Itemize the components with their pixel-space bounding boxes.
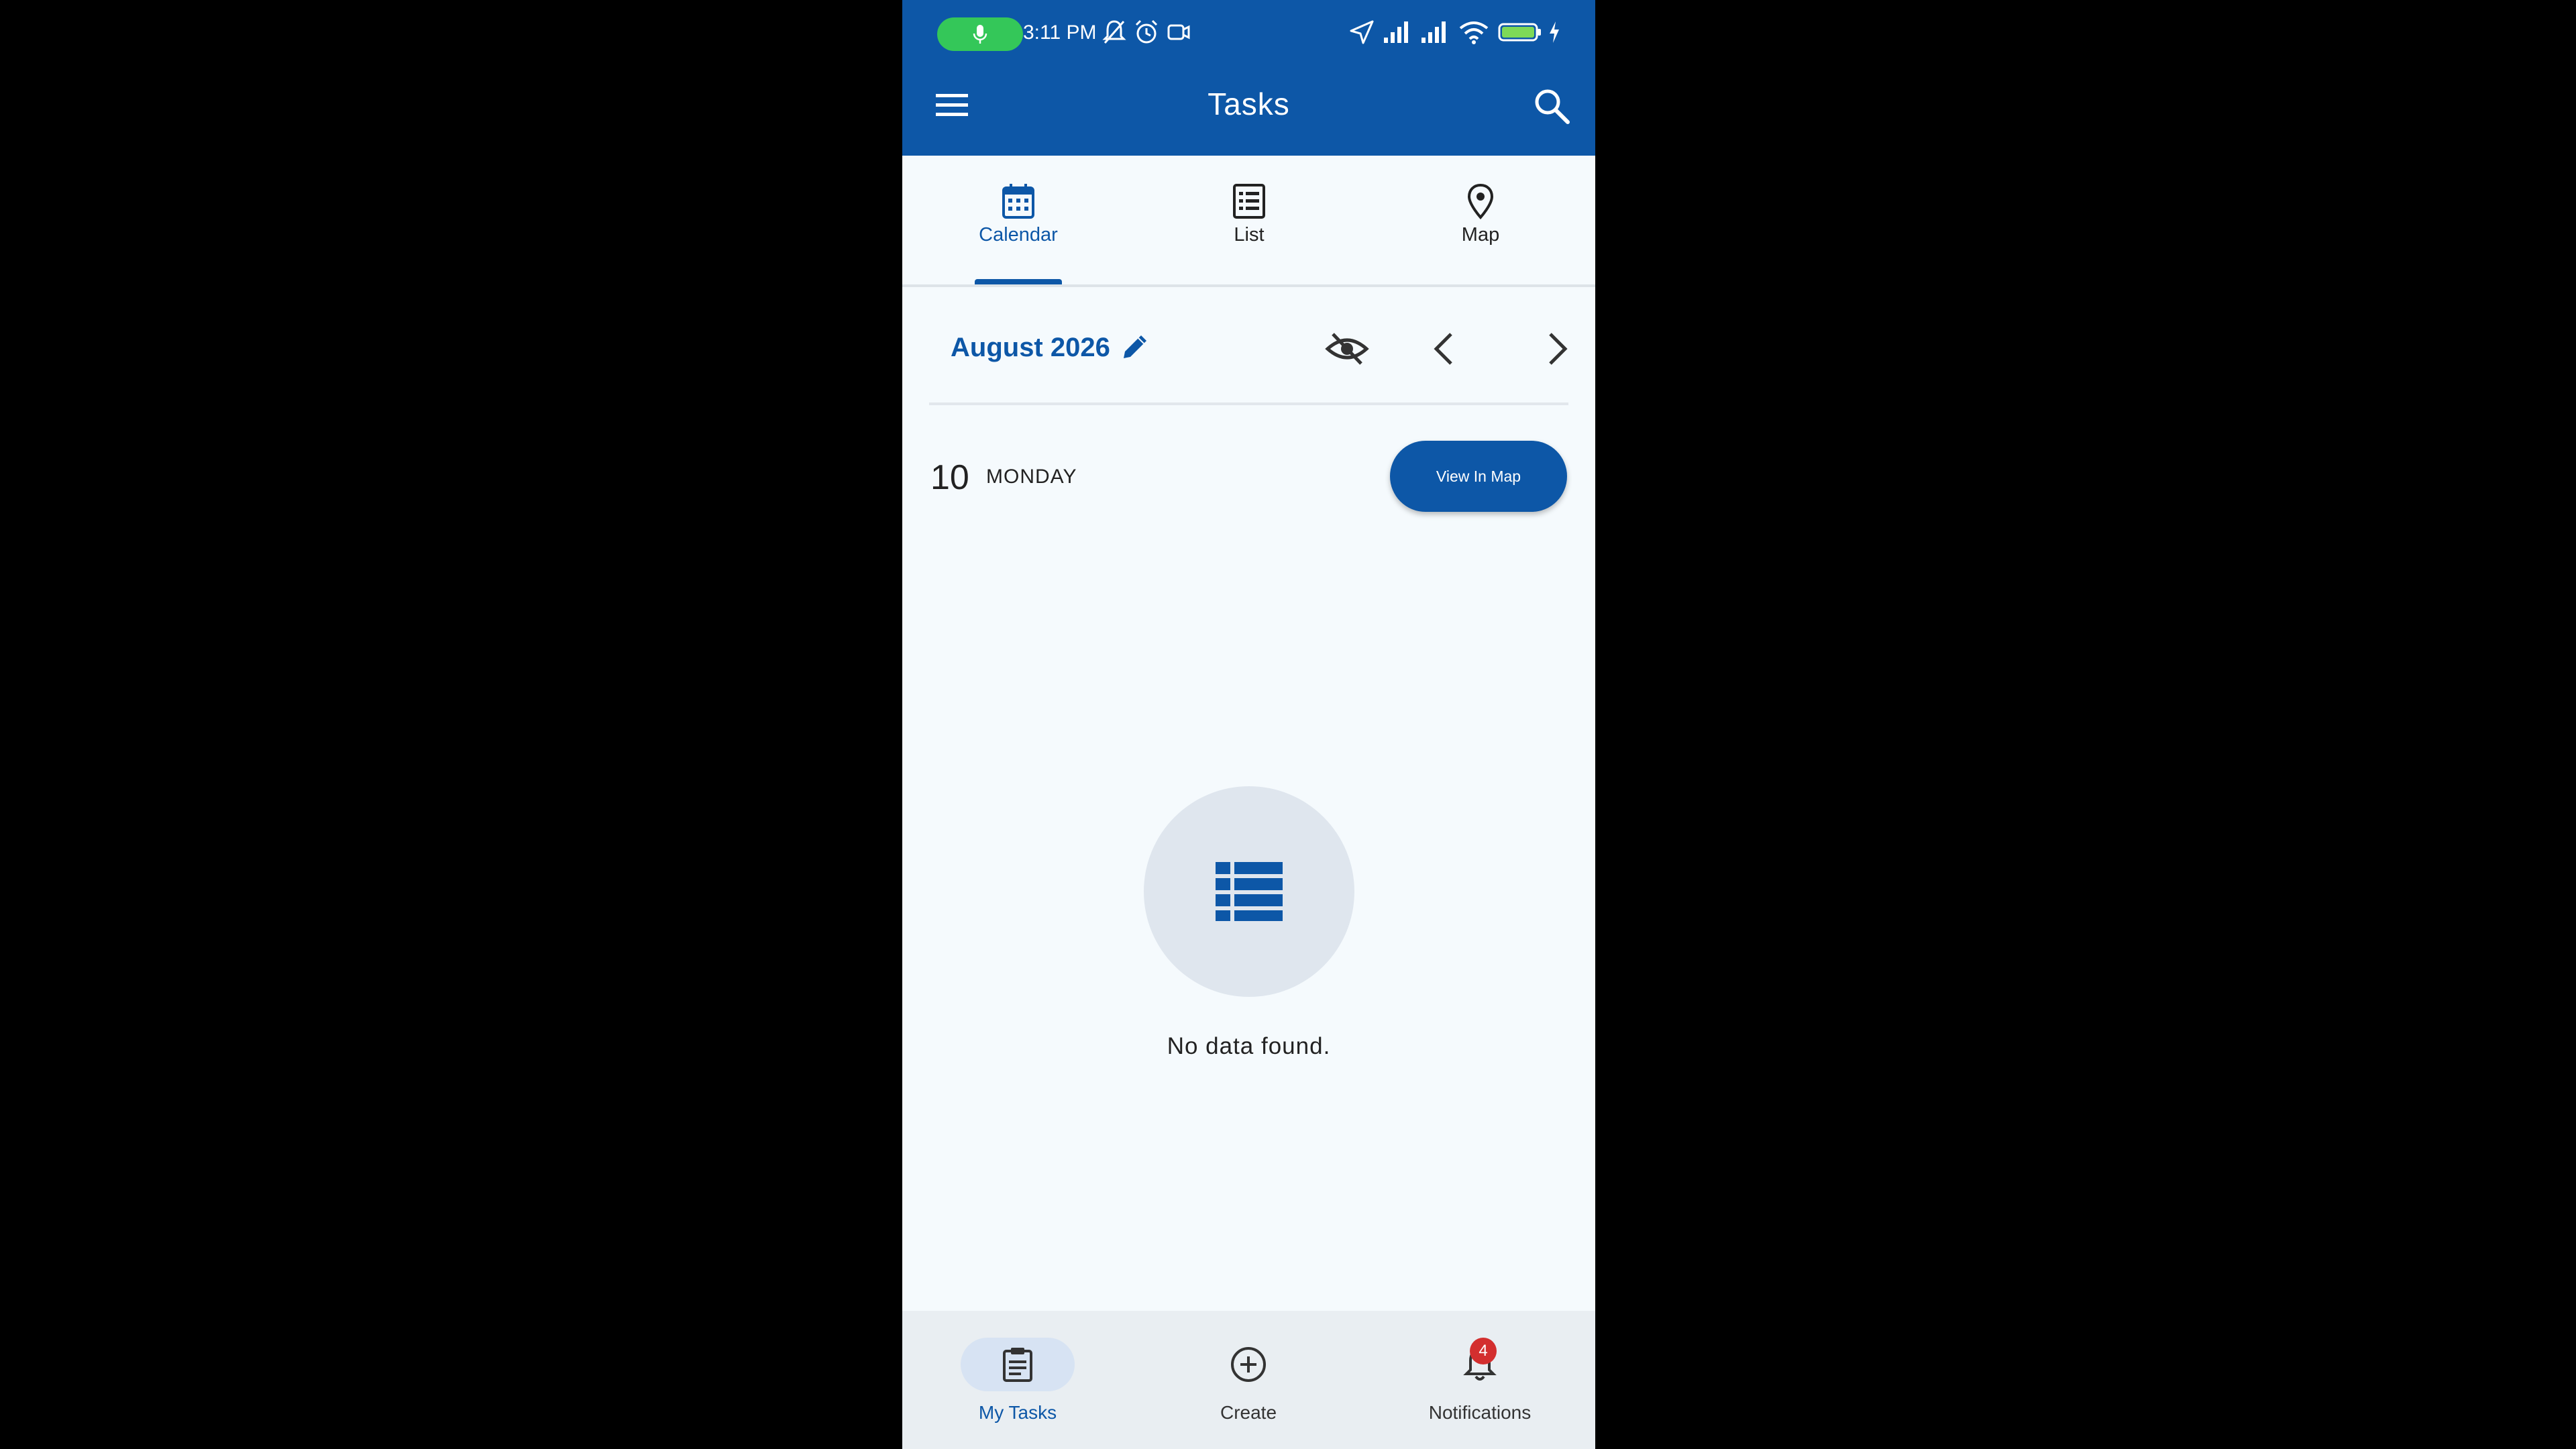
tab-map[interactable]: Map xyxy=(1407,182,1554,283)
nav-create[interactable]: Create xyxy=(1168,1338,1329,1438)
nav-label: Create xyxy=(1220,1402,1277,1423)
mic-icon xyxy=(973,25,987,44)
tab-calendar[interactable]: Calendar xyxy=(945,182,1092,283)
status-time: 3:11 PM xyxy=(1023,21,1097,44)
map-pin-icon xyxy=(1467,183,1494,219)
notification-count-badge: 4 xyxy=(1470,1338,1497,1364)
day-number: 10 xyxy=(930,458,969,497)
clipboard-icon xyxy=(1003,1348,1032,1382)
nav-notifications[interactable]: 4 Notifications xyxy=(1399,1338,1560,1438)
calendar-icon xyxy=(1002,184,1034,219)
page-title: Tasks xyxy=(1208,87,1290,121)
tab-label: Map xyxy=(1461,224,1500,246)
signal-icon xyxy=(1384,21,1408,43)
calendar-header: August 2026 xyxy=(929,315,1568,405)
day-weekday: MONDAY xyxy=(986,466,1077,488)
active-tab-indicator xyxy=(975,279,1062,284)
search-icon xyxy=(1535,89,1570,124)
plus-circle-icon xyxy=(1231,1347,1266,1382)
tab-label: Calendar xyxy=(979,224,1058,246)
battery-icon xyxy=(1498,23,1541,42)
camera-icon xyxy=(1167,24,1190,40)
empty-state-message: No data found. xyxy=(1167,1033,1331,1059)
nav-label: Notifications xyxy=(1428,1402,1532,1423)
eye-off-icon xyxy=(1325,333,1369,365)
prev-month-button[interactable] xyxy=(1424,327,1464,370)
alarm-icon xyxy=(1135,19,1158,44)
charging-icon xyxy=(1550,21,1559,43)
nav-my-tasks[interactable]: My Tasks xyxy=(937,1338,1098,1438)
hide-toggle-button[interactable] xyxy=(1324,327,1371,370)
mute-bell-icon xyxy=(1102,20,1126,44)
status-bar: 3:11 PM xyxy=(902,0,1595,67)
nav-icon-container: 4 xyxy=(1423,1338,1537,1391)
view-tabs: Calendar List Map xyxy=(902,156,1595,287)
edit-month-button[interactable] xyxy=(1118,330,1152,364)
tab-list[interactable]: List xyxy=(1175,182,1323,283)
bottom-navigation: My Tasks Create 4 Notifications xyxy=(902,1311,1595,1449)
signal-icon xyxy=(1421,21,1446,43)
month-label[interactable]: August 2026 xyxy=(951,333,1110,363)
chevron-left-icon xyxy=(1434,333,1452,365)
nav-label: My Tasks xyxy=(978,1402,1057,1423)
nav-icon-container xyxy=(961,1338,1075,1391)
empty-state-illustration xyxy=(1144,786,1354,997)
phone-screen: 3:11 PM Tasks Calendar List Map August 2… xyxy=(902,0,1595,1449)
location-arrow-icon xyxy=(1350,20,1374,44)
nav-icon-container xyxy=(1191,1338,1305,1391)
search-button[interactable] xyxy=(1532,86,1572,126)
mic-indicator[interactable] xyxy=(937,17,1023,51)
pencil-icon xyxy=(1124,335,1146,358)
table-list-icon xyxy=(1216,862,1283,921)
tab-label: List xyxy=(1234,224,1265,246)
next-month-button[interactable] xyxy=(1537,327,1577,370)
wifi-icon xyxy=(1459,21,1489,44)
view-in-map-button[interactable]: View In Map xyxy=(1390,441,1567,512)
app-header: 3:11 PM Tasks xyxy=(902,0,1595,156)
chevron-right-icon xyxy=(1549,333,1568,365)
list-icon xyxy=(1233,184,1265,219)
